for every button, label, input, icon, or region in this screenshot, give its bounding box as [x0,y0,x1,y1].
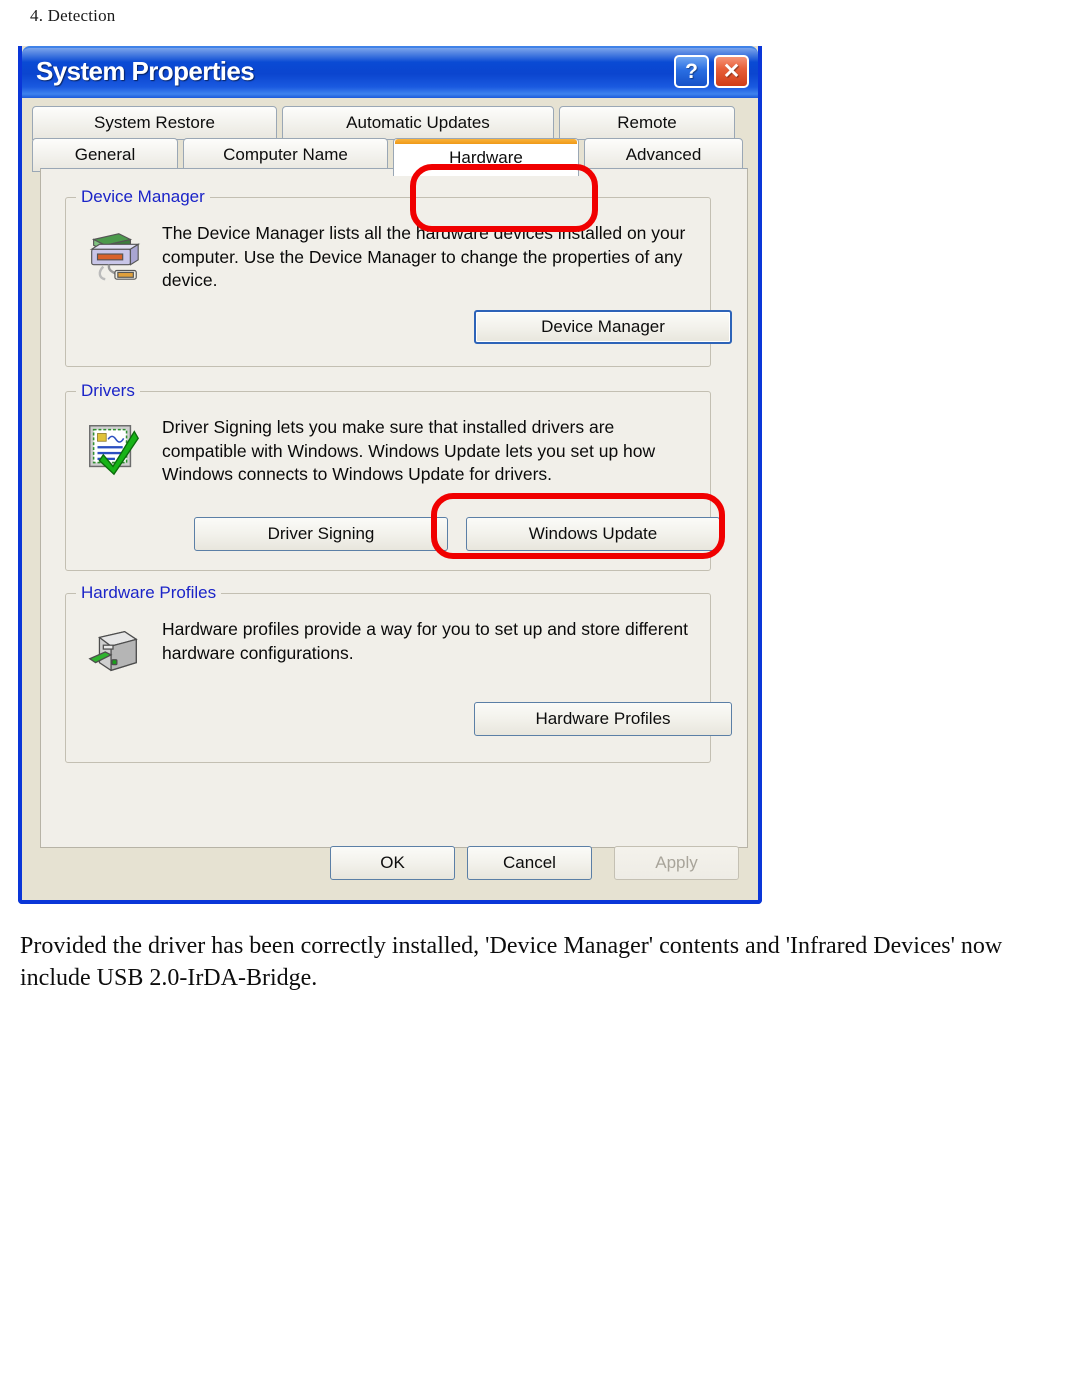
hardware-profiles-button[interactable]: Hardware Profiles [474,702,732,736]
hardware-profile-case-icon [88,630,138,672]
tab-automatic-updates[interactable]: Automatic Updates [282,106,554,140]
windows-update-button[interactable]: Windows Update [466,517,720,551]
group-drivers: Drivers Driver Signing lets you make sur… [65,381,720,571]
tab-row-top: System Restore Automatic Updates Remote [32,106,748,140]
tab-system-restore[interactable]: System Restore [32,106,277,140]
group-title-drivers: Drivers [76,381,140,401]
dialog-titlebar[interactable]: System Properties ? ✕ [22,46,758,98]
group-title-hardware-profiles: Hardware Profiles [76,583,222,603]
group-title-device-manager: Device Manager [76,187,210,207]
cancel-button[interactable]: Cancel [467,846,592,880]
help-icon[interactable]: ? [674,55,709,88]
dialog-title: System Properties [36,56,255,86]
tab-general[interactable]: General [32,138,178,172]
tab-advanced[interactable]: Advanced [584,138,743,172]
driver-signing-certificate-icon [89,425,139,476]
tab-hardware[interactable]: Hardware [393,138,579,176]
ok-button[interactable]: OK [330,846,455,880]
group-description-device-manager: The Device Manager lists all the hardwar… [162,223,686,290]
hardware-tab-page: Device Manager The Device Manager lists [40,168,748,848]
page-header: 4. Detection [30,6,116,25]
group-device-manager: Device Manager The Device Manager lists [65,187,732,367]
tab-remote[interactable]: Remote [559,106,735,140]
dialog-footer: OK Cancel Apply [22,846,758,886]
group-description-hardware-profiles: Hardware profiles provide a way for you … [162,619,688,663]
group-hardware-profiles: Hardware Profiles Hardware profiles prov… [65,583,732,763]
apply-button: Apply [614,846,739,880]
device-manager-icon [89,233,141,281]
tab-row-bottom: General Computer Name Hardware Advanced [32,138,748,176]
system-properties-dialog: System Properties ? ✕ System Restore Aut… [18,46,762,904]
titlebar-button-group: ? ✕ [674,55,749,88]
driver-signing-button[interactable]: Driver Signing [194,517,448,551]
body-paragraph: Provided the driver has been correctly i… [20,933,1003,991]
tab-strip: System Restore Automatic Updates Remote … [32,106,748,176]
close-icon[interactable]: ✕ [714,55,749,88]
device-manager-button[interactable]: Device Manager [474,310,732,344]
group-description-drivers: Driver Signing lets you make sure that i… [162,417,656,484]
tab-computer-name[interactable]: Computer Name [183,138,388,172]
